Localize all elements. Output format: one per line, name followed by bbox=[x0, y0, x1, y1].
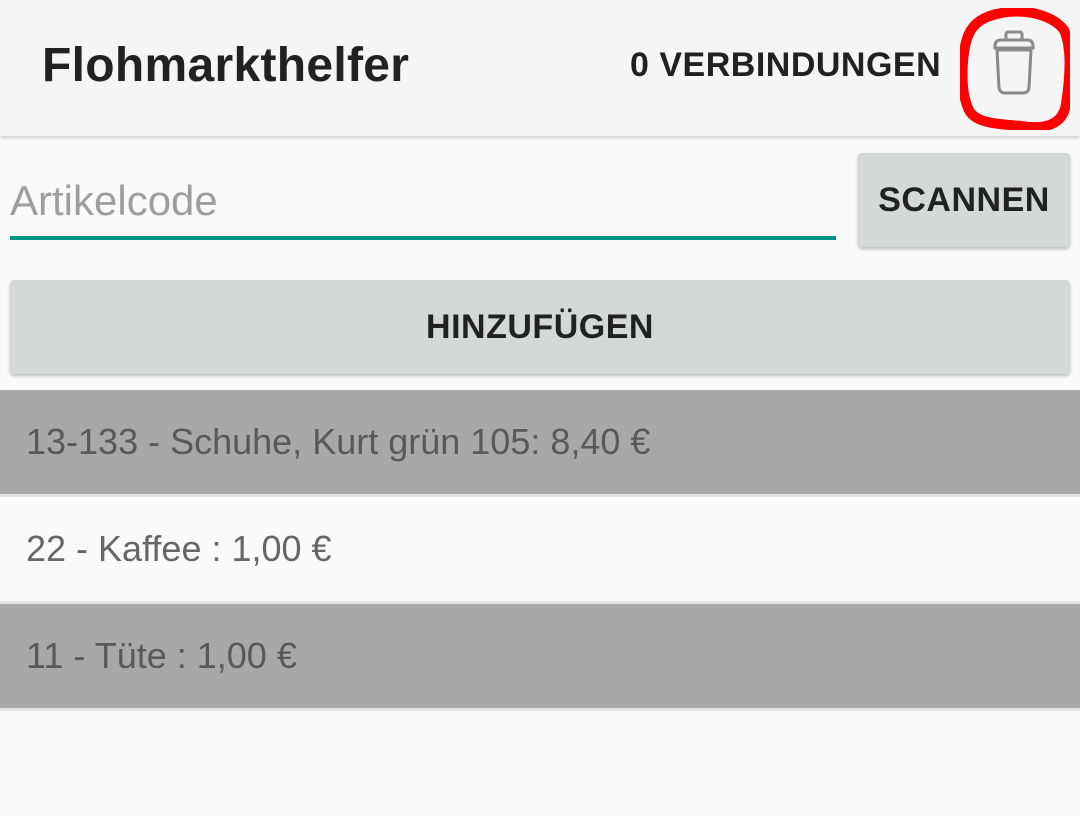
clear-list-button[interactable] bbox=[960, 8, 1070, 130]
item-list: 13-133 - Schuhe, Kurt grün 105: 8,40 € 2… bbox=[0, 390, 1080, 711]
connections-counter[interactable]: 0 VERBINDUNGEN bbox=[630, 46, 941, 85]
trash-icon bbox=[960, 8, 1070, 130]
article-code-input[interactable] bbox=[10, 166, 836, 240]
list-item[interactable]: 22 - Kaffee : 1,00 € bbox=[0, 497, 1080, 604]
search-row: SCANNEN bbox=[0, 136, 1080, 256]
list-item[interactable]: 11 - Tüte : 1,00 € bbox=[0, 604, 1080, 711]
app-bar: Flohmarkthelfer 0 VERBINDUNGEN bbox=[0, 0, 1080, 136]
add-button[interactable]: HINZUFÜGEN bbox=[10, 280, 1070, 374]
app-title: Flohmarkthelfer bbox=[42, 39, 410, 92]
scan-button[interactable]: SCANNEN bbox=[858, 153, 1070, 247]
list-item[interactable]: 13-133 - Schuhe, Kurt grün 105: 8,40 € bbox=[0, 390, 1080, 497]
